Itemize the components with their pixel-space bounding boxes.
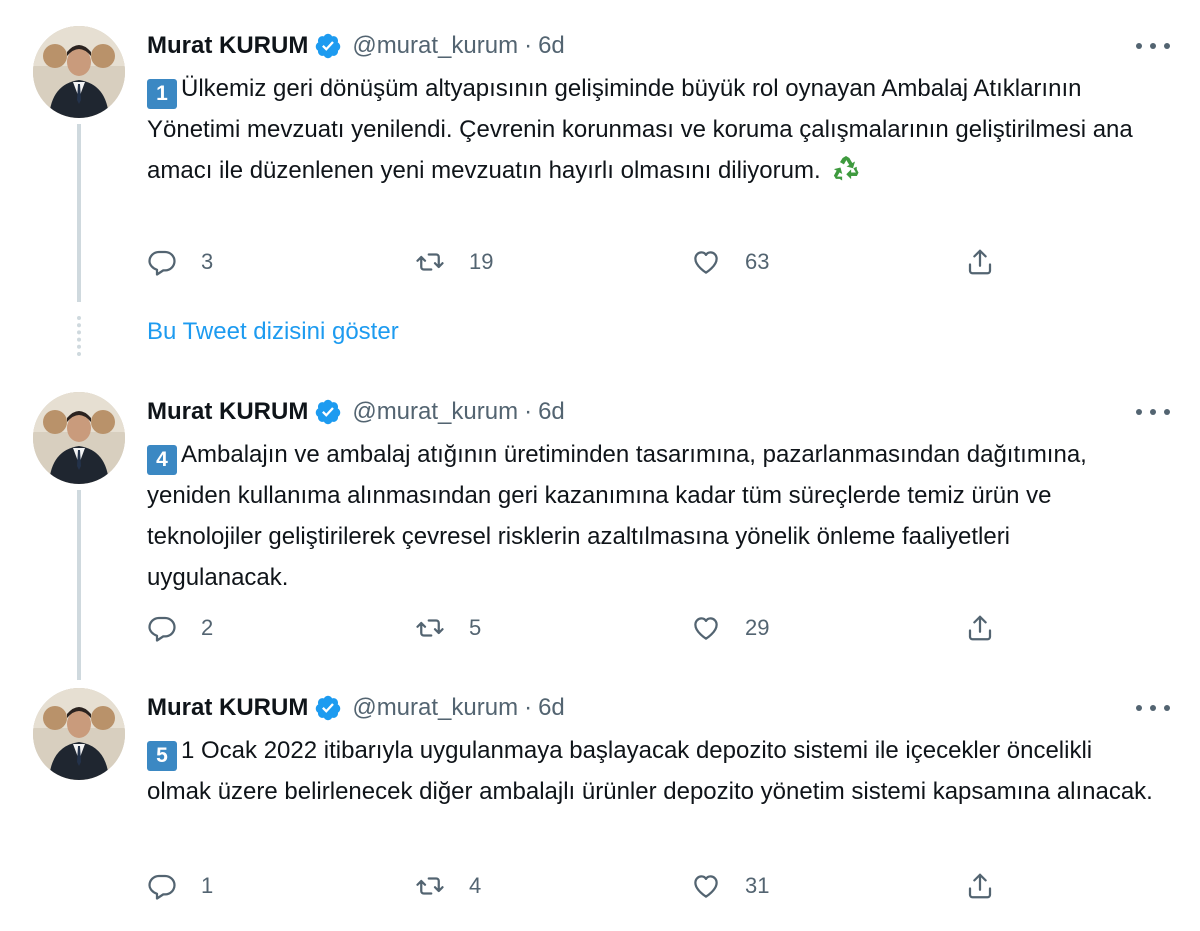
verified-badge-icon	[316, 695, 341, 721]
retweet-button[interactable]: 19	[415, 242, 493, 282]
recycle-icon	[834, 156, 859, 181]
more-options-icon[interactable]	[1136, 36, 1170, 56]
retweet-count: 4	[469, 873, 482, 898]
tweet-body: Ülkemiz geri dönüşüm altyapısının gelişi…	[147, 75, 1133, 184]
separator-dot: ·	[524, 32, 533, 59]
thread-line-collapsed	[77, 316, 81, 356]
reply-count: 1	[201, 873, 214, 898]
like-count: 29	[745, 615, 770, 640]
author-name[interactable]: Murat KURUM	[147, 398, 308, 426]
tweet-actions: 3 19 63	[147, 242, 1007, 282]
separator-dot: ·	[524, 398, 533, 425]
reply-icon	[148, 874, 176, 900]
reply-button[interactable]: 1	[147, 866, 213, 906]
author-handle[interactable]: @murat_kurum	[352, 398, 518, 426]
like-count: 63	[745, 249, 770, 274]
tweet-header: Murat KURUM @murat_kurum · 6d	[147, 688, 565, 728]
avatar-photo	[33, 688, 125, 780]
retweet-count: 19	[469, 249, 494, 274]
tweet-timestamp[interactable]: 6d	[538, 32, 565, 60]
like-button[interactable]: 31	[691, 866, 769, 906]
tweet-timestamp[interactable]: 6d	[538, 694, 565, 722]
avatar-photo	[33, 392, 125, 484]
like-count: 31	[745, 873, 770, 898]
retweet-icon	[416, 253, 444, 271]
show-thread-link[interactable]: Bu Tweet dizisini göster	[147, 318, 399, 346]
tweet-actions: 2 5 29	[147, 608, 1007, 648]
share-icon	[968, 249, 992, 275]
tweet-body: 1 Ocak 2022 itibarıyla uygulanmaya başla…	[147, 737, 1153, 805]
author-name[interactable]: Murat KURUM	[147, 32, 308, 60]
heart-icon	[694, 617, 718, 640]
keycap-number: 1	[147, 79, 177, 109]
avatar[interactable]	[33, 392, 125, 484]
tweet-timestamp[interactable]: 6d	[538, 398, 565, 426]
separator-dot: ·	[524, 694, 533, 721]
retweet-button[interactable]: 5	[415, 608, 481, 648]
avatar-photo	[33, 26, 125, 118]
share-button[interactable]	[965, 866, 995, 906]
more-options-icon[interactable]	[1136, 402, 1170, 422]
tweet-header: Murat KURUM @murat_kurum · 6d	[147, 26, 565, 66]
reply-count: 2	[201, 615, 214, 640]
keycap-number: 4	[147, 445, 177, 475]
reply-icon	[148, 250, 176, 276]
more-options-icon[interactable]	[1136, 698, 1170, 718]
retweet-icon	[416, 877, 444, 895]
thread-line	[77, 490, 81, 680]
share-button[interactable]	[965, 242, 995, 282]
author-handle[interactable]: @murat_kurum	[352, 694, 518, 722]
like-button[interactable]: 29	[691, 608, 769, 648]
share-button[interactable]	[965, 608, 995, 648]
retweet-button[interactable]: 4	[415, 866, 481, 906]
heart-icon	[694, 251, 718, 274]
verified-badge-icon	[316, 399, 341, 425]
tweet-text: 4 Ambalajın ve ambalaj atığının üretimind…	[147, 434, 1157, 598]
avatar[interactable]	[33, 26, 125, 118]
share-icon	[968, 615, 992, 641]
thread-line	[77, 124, 81, 302]
author-name[interactable]: Murat KURUM	[147, 694, 308, 722]
keycap-number: 5	[147, 741, 177, 771]
tweet-text: 1 Ülkemiz geri dönüşüm altyapısının geliş…	[147, 68, 1157, 191]
tweet-body: Ambalajın ve ambalaj atığının üretiminde…	[147, 441, 1087, 591]
tweet-actions: 1 4 31	[147, 866, 1007, 906]
reply-count: 3	[201, 249, 214, 274]
author-handle[interactable]: @murat_kurum	[352, 32, 518, 60]
tweet-text: 51 Ocak 2022 itibarıyla uygulanmaya başl…	[147, 730, 1157, 812]
reply-icon	[148, 616, 176, 642]
tweet-header: Murat KURUM @murat_kurum · 6d	[147, 392, 565, 432]
heart-icon	[694, 875, 718, 898]
reply-button[interactable]: 3	[147, 242, 213, 282]
reply-button[interactable]: 2	[147, 608, 213, 648]
verified-badge-icon	[316, 33, 341, 59]
retweet-count: 5	[469, 615, 482, 640]
like-button[interactable]: 63	[691, 242, 769, 282]
share-icon	[968, 873, 992, 899]
retweet-icon	[416, 619, 444, 637]
avatar[interactable]	[33, 688, 125, 780]
